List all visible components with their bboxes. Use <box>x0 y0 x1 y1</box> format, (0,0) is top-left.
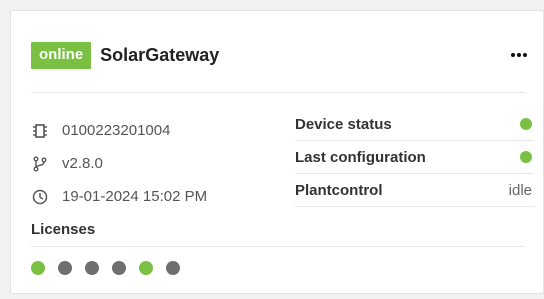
card-header: online SolarGateway <box>31 40 529 70</box>
license-dot-active <box>31 261 45 275</box>
more-dot-icon <box>523 53 527 57</box>
status-row-plantcontrol: Plantcontrol idle <box>295 174 534 207</box>
status-value: idle <box>508 181 532 199</box>
device-info: 0100223201004 v2.8.0 19-01-2024 15:02 PM <box>31 114 281 213</box>
license-indicators <box>31 261 180 275</box>
status-row-device-status: Device status <box>295 108 534 141</box>
device-title: SolarGateway <box>100 44 220 65</box>
status-label: Last configuration <box>295 148 426 166</box>
license-dot-inactive <box>166 261 180 275</box>
chip-icon <box>31 122 49 140</box>
license-dot-inactive <box>85 261 99 275</box>
clock-icon <box>31 188 49 206</box>
license-dot-inactive <box>58 261 72 275</box>
serial-number: 0100223201004 <box>62 122 171 139</box>
license-dot-active <box>139 261 153 275</box>
license-dot-inactive <box>112 261 126 275</box>
licenses-title: Licenses <box>31 221 96 238</box>
status-list: Device status Last configuration Plantco… <box>295 108 534 207</box>
gateway-card: online SolarGateway 0100223201004 v2.8.0… <box>10 10 544 294</box>
status-label: Device status <box>295 115 392 133</box>
licenses-divider <box>31 246 525 247</box>
version-row: v2.8.0 <box>31 147 281 180</box>
status-badge: online <box>31 41 92 69</box>
status-ok-indicator <box>520 118 532 130</box>
git-branch-icon <box>31 155 49 173</box>
firmware-version: v2.8.0 <box>62 155 103 172</box>
header-divider <box>31 92 525 93</box>
more-dot-icon <box>511 53 515 57</box>
timestamp-row: 19-01-2024 15:02 PM <box>31 180 281 213</box>
status-row-last-configuration: Last configuration <box>295 141 534 174</box>
more-dot-icon <box>517 53 521 57</box>
status-label: Plantcontrol <box>295 181 383 199</box>
status-ok-indicator <box>520 151 532 163</box>
last-seen-timestamp: 19-01-2024 15:02 PM <box>62 188 208 205</box>
serial-row: 0100223201004 <box>31 114 281 147</box>
more-options-button[interactable] <box>509 49 529 61</box>
